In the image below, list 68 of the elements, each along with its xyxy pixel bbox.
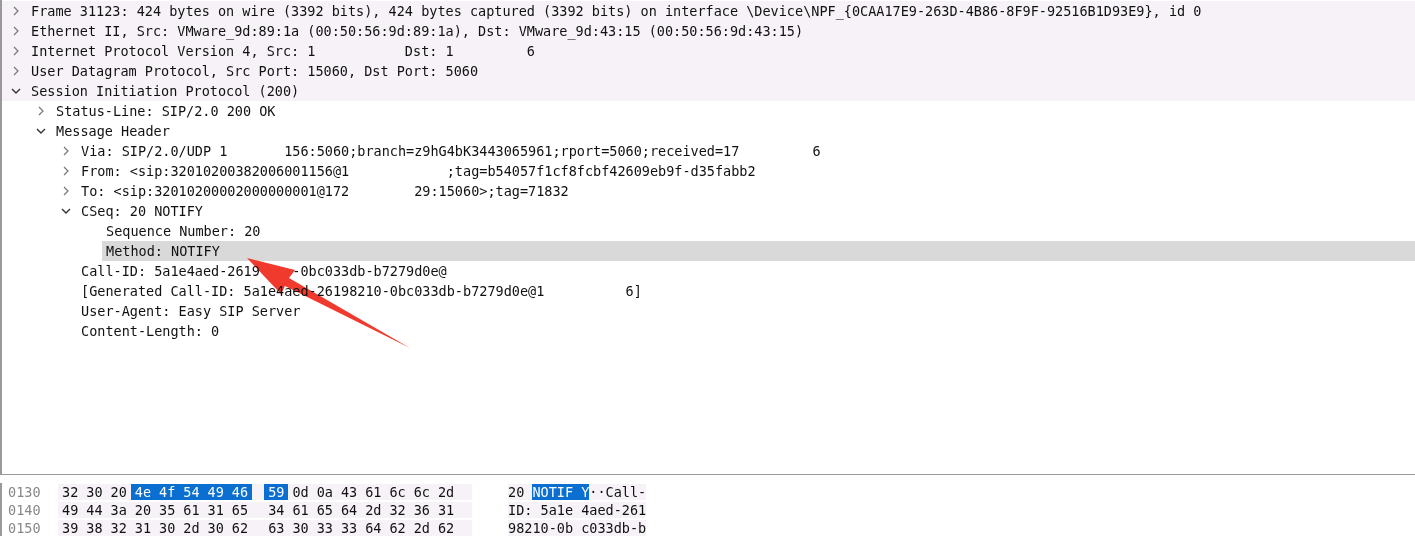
- tree-item[interactable]: CSeq: 20 NOTIFY: [81, 201, 207, 221]
- hex-byte[interactable]: 33: [312, 520, 337, 536]
- hex-byte[interactable]: 59: [264, 484, 289, 500]
- hex-byte[interactable]: 2d: [409, 520, 434, 536]
- ascii-text[interactable]: 98210-0b c033db-b: [508, 520, 647, 536]
- tree-item[interactable]: Call-ID: 5a1e4aed-2619 -0bc033db-b7279d0e@: [81, 261, 451, 281]
- hex-byte[interactable]: 31: [203, 502, 228, 518]
- tree-item[interactable]: From: <sip:32010200382006001156@1 ;tag=b54057f1cf8fcbf42609eb9f-d35fabb2: [81, 161, 760, 181]
- ascii-text[interactable]: NOTIF Y: [532, 484, 590, 500]
- hex-byte[interactable]: 39: [58, 520, 83, 536]
- hex-byte[interactable]: 32: [106, 520, 131, 536]
- tree-item[interactable]: Sequence Number: 20: [106, 221, 265, 241]
- hex-byte[interactable]: 0d: [288, 484, 313, 500]
- hex-byte[interactable]: 65: [227, 502, 253, 518]
- tree-item[interactable]: Method: NOTIFY: [106, 241, 224, 261]
- ascii-text[interactable]: ··Call-: [589, 484, 647, 500]
- hex-byte[interactable]: 32: [385, 502, 410, 518]
- hex-byte[interactable]: 61: [179, 502, 204, 518]
- hex-byte[interactable]: 30: [82, 484, 107, 500]
- hex-byte[interactable]: 20: [106, 484, 131, 500]
- hex-byte[interactable]: 2d: [434, 484, 459, 500]
- hex-byte[interactable]: 36: [409, 502, 434, 518]
- hex-byte[interactable]: 62: [385, 520, 410, 536]
- hex-byte[interactable]: 62: [227, 520, 253, 536]
- hex-byte[interactable]: 34: [264, 502, 289, 518]
- hex-byte[interactable]: 0a: [312, 484, 337, 500]
- tree-item[interactable]: User-Agent: Easy SIP Server: [81, 301, 305, 321]
- hex-byte[interactable]: 6c: [385, 484, 410, 500]
- hex-byte[interactable]: 30: [288, 520, 313, 536]
- hex-byte[interactable]: 61: [361, 484, 386, 500]
- hex-byte[interactable]: 49: [58, 502, 83, 518]
- hex-byte[interactable]: 62: [434, 520, 459, 536]
- tree-item[interactable]: Session Initiation Protocol (200): [31, 81, 304, 101]
- hex-byte[interactable]: 6c: [409, 484, 434, 500]
- offset-label: 0150: [7, 520, 42, 536]
- hex-byte[interactable]: 63: [264, 520, 289, 536]
- hex-byte[interactable]: 32: [58, 484, 83, 500]
- tree-item[interactable]: Via: SIP/2.0/UDP 1 156:5060;branch=z9hG4bK3443065961;rport=5060;received=17 6: [81, 141, 825, 161]
- hex-byte[interactable]: 31: [130, 520, 156, 536]
- offset-label: 0130: [7, 484, 42, 500]
- hex-byte[interactable]: 35: [155, 502, 180, 518]
- hex-byte[interactable]: 44: [82, 502, 107, 518]
- hex-byte[interactable]: 30: [155, 520, 180, 536]
- hex-byte[interactable]: 49: [203, 484, 228, 500]
- hex-byte[interactable]: 30: [203, 520, 228, 536]
- hex-byte[interactable]: 3a: [106, 502, 131, 518]
- hex-byte[interactable]: 46: [227, 484, 253, 500]
- tree-item[interactable]: To: <sip:32010200002000000001@172 29:15060>;tag=71832: [81, 181, 573, 201]
- tree-item[interactable]: Status-Line: SIP/2.0 200 OK: [56, 101, 280, 121]
- hex-byte[interactable]: 43: [336, 484, 362, 500]
- hex-byte[interactable]: 4e: [130, 484, 156, 500]
- hex-byte[interactable]: 31: [434, 502, 459, 518]
- hex-byte[interactable]: 2d: [361, 502, 386, 518]
- ascii-text[interactable]: ID: 5a1e 4aed-261: [508, 502, 647, 518]
- tree-item[interactable]: Message Header: [56, 121, 174, 141]
- hex-byte[interactable]: 65: [312, 502, 337, 518]
- offset-label: 0140: [7, 502, 42, 518]
- hex-byte[interactable]: 54: [179, 484, 204, 500]
- hex-byte[interactable]: 4f: [155, 484, 180, 500]
- hex-byte[interactable]: 38: [82, 520, 107, 536]
- ascii-text[interactable]: 20: [508, 484, 533, 500]
- hex-byte[interactable]: 61: [288, 502, 313, 518]
- hex-byte[interactable]: 33: [336, 520, 362, 536]
- hex-byte[interactable]: 20: [130, 502, 156, 518]
- hex-byte[interactable]: 2d: [179, 520, 204, 536]
- hex-byte[interactable]: 64: [336, 502, 362, 518]
- hex-byte[interactable]: 64: [361, 520, 386, 536]
- tree-item[interactable]: Content-Length: 0: [81, 321, 224, 341]
